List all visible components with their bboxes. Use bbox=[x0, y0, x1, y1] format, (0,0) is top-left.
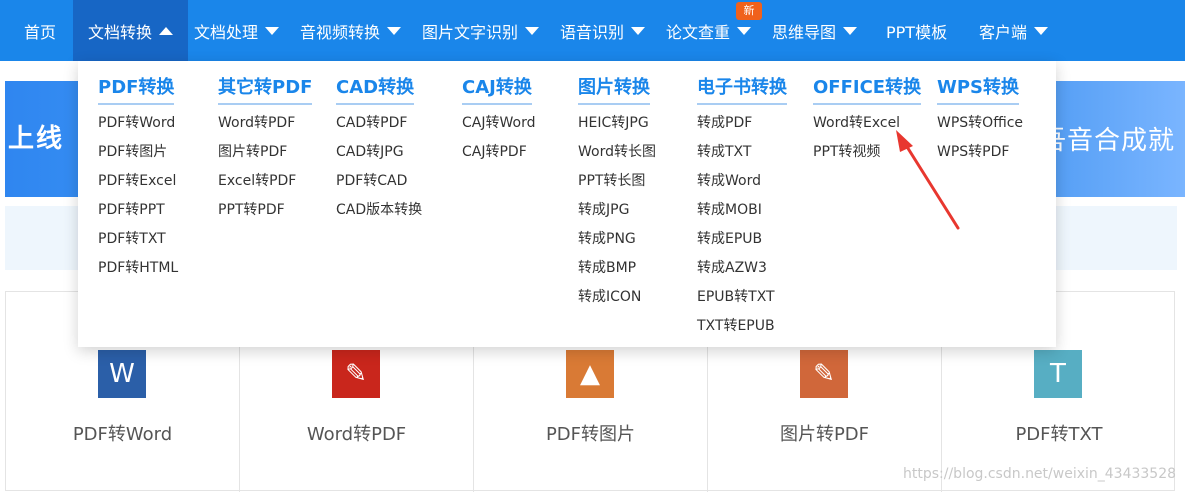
menu-item[interactable]: PPT转长图 bbox=[578, 167, 656, 196]
chevron-down-icon bbox=[525, 26, 540, 35]
nav-item-client[interactable]: 客户端 bbox=[979, 0, 1049, 61]
menu-item[interactable]: CAJ转Word bbox=[462, 109, 535, 138]
menu-item[interactable]: 转成AZW3 bbox=[697, 254, 787, 283]
menu-column-image: 图片转换 HEIC转JPG Word转长图 PPT转长图 转成JPG 转成PNG… bbox=[578, 73, 656, 312]
menu-column-caj: CAJ转换 CAJ转Word CAJ转PDF bbox=[462, 73, 535, 167]
menu-item[interactable]: 转成TXT bbox=[697, 138, 787, 167]
text-icon: T bbox=[1034, 350, 1082, 398]
tool-label: Word转PDF bbox=[306, 424, 407, 445]
menu-item[interactable]: WPS转PDF bbox=[937, 138, 1023, 167]
chevron-down-icon bbox=[843, 26, 858, 35]
menu-item[interactable]: Word转Excel bbox=[813, 109, 921, 138]
menu-item[interactable]: 转成PDF bbox=[697, 109, 787, 138]
menu-item[interactable]: HEIC转JPG bbox=[578, 109, 656, 138]
nav-item-label: PPT模板 bbox=[886, 22, 948, 42]
menu-item[interactable]: PPT转PDF bbox=[218, 196, 312, 225]
nav-item-doc-convert[interactable]: 文档转换 bbox=[73, 0, 189, 61]
chevron-down-icon bbox=[265, 26, 280, 35]
menu-item[interactable]: PDF转图片 bbox=[98, 138, 178, 167]
new-badge: 新 bbox=[736, 2, 762, 20]
chevron-down-icon bbox=[387, 26, 402, 35]
menu-item[interactable]: Word转PDF bbox=[218, 109, 312, 138]
tool-label: PDF转Word bbox=[72, 424, 173, 445]
menu-item[interactable]: 转成Word bbox=[697, 167, 787, 196]
nav-item-label: 图片文字识别 bbox=[422, 22, 519, 42]
promo-banner-left-text: 上线 bbox=[8, 124, 65, 154]
menu-column-title[interactable]: 图片转换 bbox=[578, 73, 650, 105]
word-icon: W bbox=[98, 350, 146, 398]
image-icon: ▲ bbox=[566, 350, 614, 398]
chevron-down-icon bbox=[1034, 26, 1049, 35]
menu-item[interactable]: PDF转Excel bbox=[98, 167, 178, 196]
tool-label: PDF转TXT bbox=[1015, 424, 1103, 445]
promo-banner-right-text: 吾音合成就 bbox=[1040, 126, 1176, 156]
nav-item-av-convert[interactable]: 音视频转换 bbox=[300, 0, 402, 61]
nav-item-label: 客户端 bbox=[979, 22, 1028, 42]
menu-item[interactable]: CAJ转PDF bbox=[462, 138, 535, 167]
nav-item-speech[interactable]: 语音识别 bbox=[560, 0, 646, 61]
menu-column-title[interactable]: 电子书转换 bbox=[697, 73, 787, 105]
menu-column-wps: WPS转换 WPS转Office WPS转PDF bbox=[937, 73, 1023, 167]
menu-item[interactable]: PDF转CAD bbox=[336, 167, 422, 196]
menu-column-to-pdf: 其它转PDF Word转PDF 图片转PDF Excel转PDF PPT转PDF bbox=[218, 73, 313, 225]
menu-item[interactable]: 转成ICON bbox=[578, 283, 656, 312]
menu-item[interactable]: WPS转Office bbox=[937, 109, 1023, 138]
pdf-icon: ✎ bbox=[800, 350, 848, 398]
menu-column-title[interactable]: OFFICE转换 bbox=[813, 73, 922, 105]
nav-item-label: 首页 bbox=[24, 22, 57, 42]
menu-item[interactable]: 转成MOBI bbox=[697, 196, 787, 225]
chevron-up-icon bbox=[159, 26, 174, 35]
tool-label: PDF转图片 bbox=[545, 424, 636, 445]
nav-item-label: 文档处理 bbox=[194, 22, 259, 42]
menu-item[interactable]: PDF转Word bbox=[98, 109, 178, 138]
menu-item[interactable]: Word转长图 bbox=[578, 138, 656, 167]
nav-item-label: 音视频转换 bbox=[300, 22, 381, 42]
menu-item[interactable]: 转成JPG bbox=[578, 196, 656, 225]
menu-column-ebook: 电子书转换 转成PDF 转成TXT 转成Word 转成MOBI 转成EPUB 转… bbox=[697, 73, 787, 341]
chevron-down-icon bbox=[631, 26, 646, 35]
nav-item-ppt-templates[interactable]: PPT模板 bbox=[886, 0, 947, 61]
nav-item-label: 论文查重 bbox=[666, 22, 731, 42]
menu-column-title[interactable]: CAD转换 bbox=[336, 73, 415, 105]
tool-label: 图片转PDF bbox=[779, 424, 870, 445]
menu-item[interactable]: 转成PNG bbox=[578, 225, 656, 254]
menu-item[interactable]: PDF转HTML bbox=[98, 254, 178, 283]
menu-item[interactable]: CAD转PDF bbox=[336, 109, 422, 138]
menu-item[interactable]: Excel转PDF bbox=[218, 167, 312, 196]
menu-column-title[interactable]: WPS转换 bbox=[937, 73, 1020, 105]
menu-item[interactable]: CAD版本转换 bbox=[336, 196, 422, 225]
menu-item[interactable]: 转成EPUB bbox=[697, 225, 787, 254]
menu-column-title[interactable]: PDF转换 bbox=[98, 73, 175, 105]
chevron-down-icon bbox=[737, 26, 752, 35]
nav-item-ocr[interactable]: 图片文字识别 bbox=[422, 0, 540, 61]
menu-column-title[interactable]: CAJ转换 bbox=[462, 73, 532, 105]
pdf-icon: ✎ bbox=[332, 350, 380, 398]
nav-item-home[interactable]: 首页 bbox=[24, 0, 56, 61]
doc-convert-dropdown: PDF转换 PDF转Word PDF转图片 PDF转Excel PDF转PPT … bbox=[78, 61, 1056, 347]
menu-column-office: OFFICE转换 Word转Excel PPT转视频 bbox=[813, 73, 922, 167]
menu-column-pdf: PDF转换 PDF转Word PDF转图片 PDF转Excel PDF转PPT … bbox=[98, 73, 178, 283]
nav-item-doc-process[interactable]: 文档处理 bbox=[194, 0, 280, 61]
menu-column-cad: CAD转换 CAD转PDF CAD转JPG PDF转CAD CAD版本转换 bbox=[336, 73, 422, 225]
menu-item[interactable]: TXT转EPUB bbox=[697, 312, 787, 341]
nav-item-label: 文档转换 bbox=[88, 22, 153, 42]
menu-item[interactable]: 转成BMP bbox=[578, 254, 656, 283]
menu-item[interactable]: CAD转JPG bbox=[336, 138, 422, 167]
top-nav: 首页 文档转换 文档处理 音视频转换 图片文字识别 语音识别 论文查重 新 思维… bbox=[0, 0, 1185, 61]
menu-item[interactable]: PDF转PPT bbox=[98, 196, 178, 225]
menu-item[interactable]: 图片转PDF bbox=[218, 138, 312, 167]
menu-column-title[interactable]: 其它转PDF bbox=[218, 73, 313, 105]
menu-item[interactable]: EPUB转TXT bbox=[697, 283, 787, 312]
menu-item[interactable]: PDF转TXT bbox=[98, 225, 178, 254]
menu-item[interactable]: PPT转视频 bbox=[813, 138, 921, 167]
nav-item-label: 思维导图 bbox=[772, 22, 837, 42]
nav-item-mindmap[interactable]: 思维导图 bbox=[772, 0, 858, 61]
watermark: https://blog.csdn.net/weixin_43433528 bbox=[903, 466, 1177, 482]
nav-item-label: 语音识别 bbox=[560, 22, 625, 42]
